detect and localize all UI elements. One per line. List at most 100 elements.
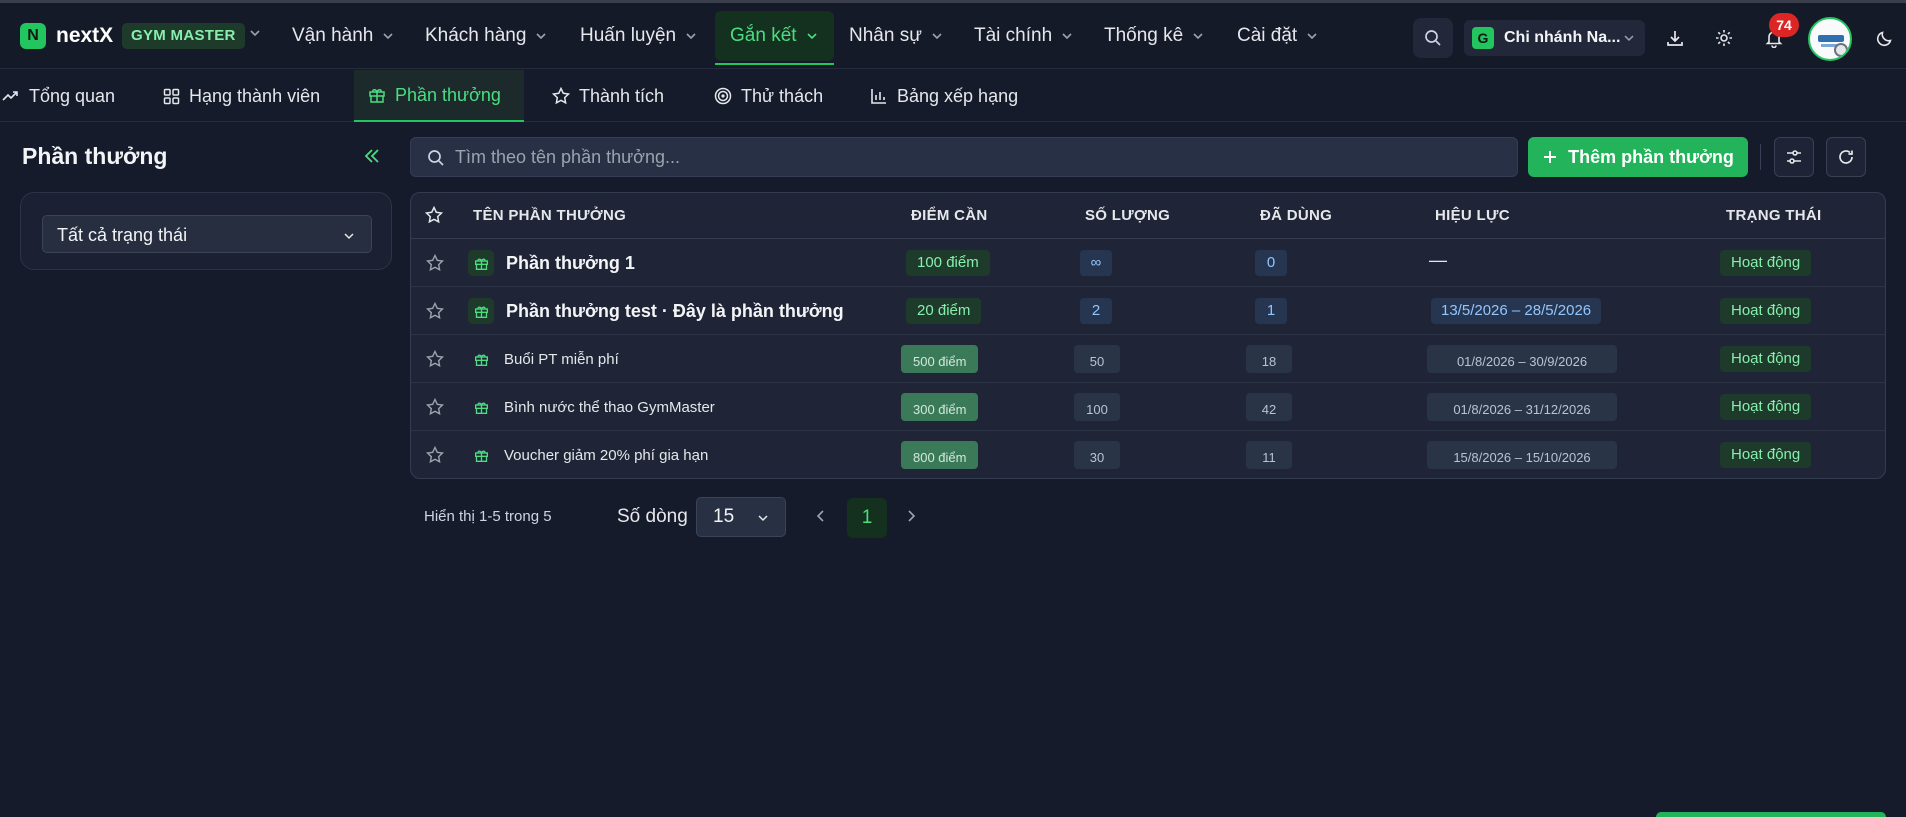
nav-item-label: Tài chính [974, 25, 1053, 46]
nav-item-gan-ket[interactable]: Gắn kết [715, 11, 834, 65]
table-row[interactable]: Bình nước thể thao GymMaster 300 điểm 10… [411, 383, 1885, 431]
tab-thanh-tich[interactable]: Thành tích [538, 70, 678, 122]
plus-icon [1544, 151, 1557, 163]
gift-icon [468, 298, 494, 324]
column-header-used[interactable]: ĐÃ DÙNG [1260, 193, 1332, 239]
sub-navigation: Tổng quan Hạng thành viên Phần thưởng Th… [0, 70, 1906, 122]
chevron-down-icon[interactable] [248, 26, 262, 40]
gift-icon [369, 89, 385, 103]
avatar-logo-mark [1818, 35, 1844, 42]
global-search-button[interactable] [1413, 18, 1453, 58]
table-row[interactable]: Voucher giảm 20% phí gia hạn 800 điểm 30… [411, 431, 1885, 478]
column-header-points[interactable]: ĐIỂM CẦN [911, 193, 988, 239]
top-navbar: N nextX GYM MASTER Vận hành Khách hàng H… [0, 3, 1906, 69]
chevron-down-icon [932, 33, 942, 40]
table-row[interactable]: Phần thưởng 1 100 điểm ∞ 0 — Hoạt động [411, 239, 1885, 287]
trend-up-icon [2, 91, 18, 101]
chevron-down-icon [383, 33, 393, 40]
reward-search-box [410, 137, 1518, 177]
column-header-status[interactable]: TRẠNG THÁI [1726, 193, 1822, 239]
bar-chart-icon [871, 89, 886, 104]
nav-item-van-hanh[interactable]: Vận hành [277, 11, 410, 61]
gift-icon [468, 346, 494, 372]
grid-icon [163, 88, 180, 104]
gear-icon [1716, 30, 1732, 46]
tab-label: Bảng xếp hạng [897, 85, 1019, 106]
refresh-button[interactable] [1826, 137, 1866, 177]
status-filter-select[interactable]: Tất cả trạng thái [42, 215, 372, 253]
used-badge: 11 [1246, 441, 1292, 469]
rewards-table: TÊN PHẦN THƯỞNG ĐIỂM CẦN SỐ LƯỢNG ĐÃ DÙN… [410, 192, 1886, 479]
chevron-down-icon [758, 515, 768, 522]
theme-toggle-button[interactable] [1870, 23, 1900, 53]
toolbar-divider [1760, 144, 1761, 170]
nav-item-label: Khách hàng [425, 25, 527, 46]
tab-phan-thuong[interactable]: Phần thưởng [354, 70, 524, 122]
nav-item-label: Cài đặt [1237, 25, 1298, 46]
add-reward-button[interactable]: Thêm phần thưởng [1528, 137, 1748, 177]
tab-bang-xep-hang[interactable]: Bảng xếp hạng [856, 70, 1032, 122]
gift-icon [468, 442, 494, 468]
branch-label: Chi nhánh Na... [1504, 29, 1621, 46]
reward-search-input[interactable] [455, 138, 1505, 176]
filter-settings-button[interactable] [1774, 137, 1814, 177]
validity-badge: 01/8/2026 – 30/9/2026 [1427, 345, 1617, 373]
table-row[interactable]: Buổi PT miễn phí 500 điểm 50 18 01/8/202… [411, 335, 1885, 383]
sidebar-title: Phần thưởng [22, 143, 168, 169]
nav-item-tai-chinh[interactable]: Tài chính [959, 11, 1089, 61]
status-badge: Hoạt động [1720, 250, 1812, 276]
star-icon[interactable] [425, 206, 443, 224]
chevron-left-icon[interactable] [812, 507, 830, 525]
used-badge: 1 [1255, 298, 1287, 324]
avatar[interactable] [1808, 17, 1852, 61]
used-badge: 18 [1246, 345, 1292, 373]
nav-item-khach-hang[interactable]: Khách hàng [410, 11, 563, 61]
search-icon [428, 150, 444, 166]
branch-selector[interactable]: G Chi nhánh Na... [1464, 20, 1645, 56]
favorite-star-icon[interactable] [426, 446, 444, 464]
nav-item-huan-luyen[interactable]: Huấn luyện [565, 11, 713, 61]
column-header-name[interactable]: TÊN PHẦN THƯỞNG [473, 193, 626, 239]
tab-tong-quan[interactable]: Tổng quan [0, 70, 129, 122]
collapse-sidebar-icon[interactable] [362, 146, 382, 166]
chevron-down-icon [1624, 35, 1634, 42]
table-row[interactable]: Phần thưởng test · Đây là phần thưởng 20… [411, 287, 1885, 335]
favorite-star-icon[interactable] [426, 302, 444, 320]
target-icon [714, 87, 732, 105]
add-reward-label: Thêm phần thưởng [1568, 146, 1734, 167]
quantity-badge: 50 [1074, 345, 1120, 373]
page-button-current[interactable]: 1 [847, 498, 887, 538]
favorite-star-icon[interactable] [426, 350, 444, 368]
column-header-validity[interactable]: HIỆU LỰC [1435, 193, 1510, 239]
notification-count-badge: 74 [1769, 13, 1799, 37]
validity-badge: 15/8/2026 – 15/10/2026 [1427, 441, 1617, 469]
chevron-down-icon [1307, 33, 1317, 40]
moon-icon [1876, 31, 1892, 47]
search-icon [1425, 30, 1441, 46]
rows-per-page-select[interactable]: 15 [696, 497, 786, 537]
favorite-star-icon[interactable] [426, 254, 444, 272]
reward-name: Voucher giảm 20% phí gia hạn [504, 447, 709, 464]
settings-button[interactable] [1709, 23, 1739, 53]
nav-item-label: Vận hành [292, 25, 374, 46]
reward-name: Bình nước thể thao GymMaster [504, 399, 715, 416]
tab-hang-thanh-vien[interactable]: Hạng thành viên [149, 70, 334, 122]
chevron-right-icon[interactable] [902, 507, 920, 525]
product-badge[interactable]: GYM MASTER [122, 23, 245, 49]
quantity-badge: ∞ [1080, 250, 1112, 276]
favorite-star-icon[interactable] [426, 398, 444, 416]
floating-action-edge[interactable] [1656, 812, 1886, 817]
rows-per-page-value: 15 [713, 506, 735, 527]
chevron-down-icon [686, 33, 696, 40]
logo-icon: N [20, 23, 46, 49]
column-header-quantity[interactable]: SỐ LƯỢNG [1085, 193, 1170, 239]
chevron-down-icon [1062, 33, 1072, 40]
nav-item-cai-dat[interactable]: Cài đặt [1222, 11, 1334, 61]
tab-thu-thach[interactable]: Thử thách [700, 70, 837, 122]
validity-badge: 01/8/2026 – 31/12/2026 [1427, 393, 1617, 421]
nav-item-nhan-su[interactable]: Nhân sự [834, 11, 959, 61]
nav-item-thong-ke[interactable]: Thống kê [1089, 11, 1220, 61]
download-button[interactable] [1660, 23, 1690, 53]
status-filter-card: Tất cả trạng thái [20, 192, 392, 270]
gift-icon [468, 250, 494, 276]
